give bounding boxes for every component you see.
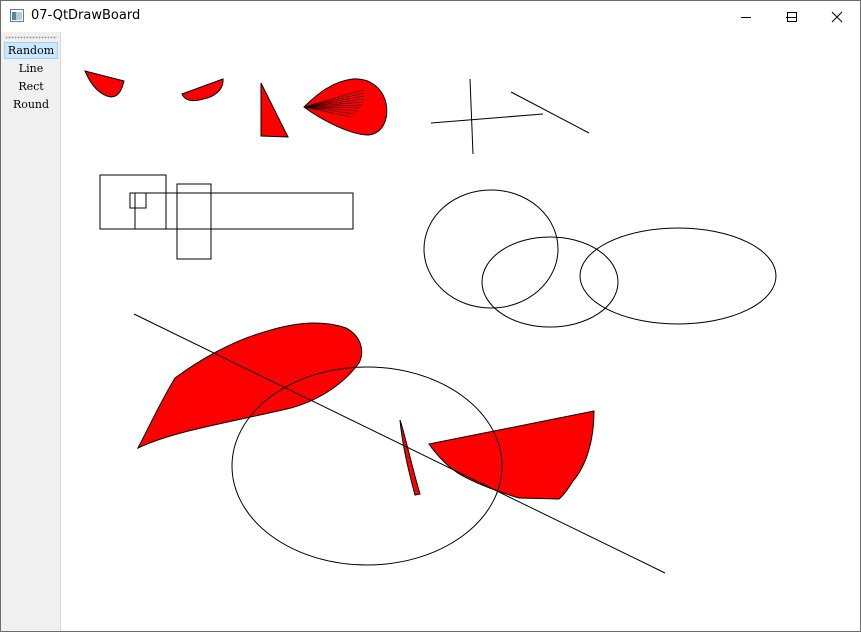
tool-random-button[interactable]: Random bbox=[4, 42, 58, 59]
toolbar-grip-handle[interactable] bbox=[5, 36, 57, 39]
drawn-line bbox=[510, 91, 590, 134]
drawn-ellipse bbox=[481, 236, 619, 328]
drawn-line bbox=[430, 113, 544, 124]
drawing-canvas[interactable] bbox=[61, 32, 860, 631]
tool-rect-button[interactable]: Rect bbox=[4, 78, 58, 95]
minimize-control[interactable] bbox=[723, 1, 769, 32]
close-icon bbox=[831, 11, 843, 22]
tool-line-button[interactable]: Line bbox=[4, 60, 58, 77]
minimize-icon bbox=[741, 16, 751, 18]
random-shape bbox=[428, 410, 595, 500]
drawn-rect bbox=[176, 183, 212, 260]
random-shape bbox=[260, 82, 289, 138]
app-icon bbox=[10, 9, 24, 22]
drawn-line bbox=[469, 78, 474, 155]
maximize-control[interactable] bbox=[769, 1, 815, 32]
random-shape bbox=[84, 70, 125, 98]
close-control[interactable] bbox=[814, 1, 860, 32]
tool-sidebar: Random Line Rect Round bbox=[1, 32, 61, 631]
random-shape bbox=[136, 322, 363, 450]
drawn-ellipse bbox=[423, 189, 559, 309]
drawn-rect bbox=[129, 192, 147, 209]
random-shape bbox=[181, 78, 224, 102]
drawn-rect bbox=[134, 192, 354, 230]
tool-round-button[interactable]: Round bbox=[4, 96, 58, 113]
window-title: 07-QtDrawBoard bbox=[31, 8, 141, 23]
maximize-icon bbox=[787, 11, 797, 22]
drawn-ellipse bbox=[579, 227, 777, 325]
app-window: 07-QtDrawBoard Random Line Rect Round bbox=[0, 0, 861, 632]
drawn-rect bbox=[99, 174, 167, 230]
random-shape bbox=[399, 419, 421, 496]
